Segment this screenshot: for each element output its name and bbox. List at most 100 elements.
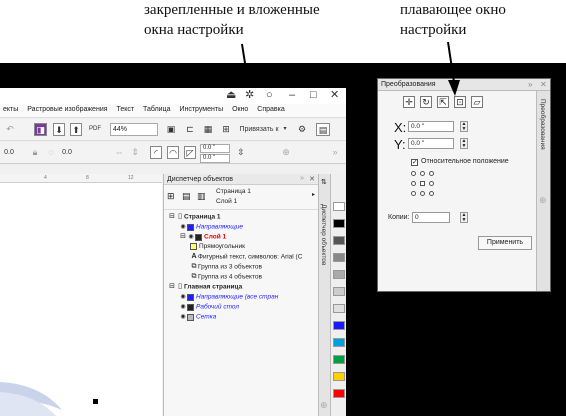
copies-field[interactable]: 0 [412,212,450,223]
float-close-icon[interactable]: ✕ [540,80,547,89]
corner-chamfer-icon[interactable]: ◸ [184,146,196,159]
expand-toggle-icon[interactable]: ⊟ [168,282,176,292]
layer-manager-icon[interactable]: ▤ [182,191,191,202]
snap-dropdown-icon[interactable]: ▾ [281,123,289,136]
y-spinner[interactable]: ▲ ▼ [460,138,468,149]
palette-swatch[interactable] [333,389,345,398]
float-side-tab-add-icon[interactable]: ⊕ [539,195,547,206]
palette-swatch[interactable] [333,287,345,296]
transformations-side-tab[interactable]: Преобразования ⊕ [536,91,550,291]
layer-view-icon[interactable]: ▥ [197,191,206,202]
menu-item-window[interactable]: Окно [229,104,252,113]
anchor-tl[interactable] [411,171,416,176]
visibility-eye-icon[interactable]: ◉ [179,222,187,232]
corner-lock-icon[interactable]: ⇳ [236,146,246,159]
anchor-tr[interactable] [429,171,434,176]
palette-swatch[interactable] [333,202,345,211]
visibility-eye-icon[interactable]: ◉ [179,292,187,302]
maximize-icon[interactable]: □ [310,89,317,102]
visibility-eye-icon[interactable]: ◉ [187,232,195,242]
tree-row[interactable]: ◉ Сетка [164,312,318,322]
corner-round-icon[interactable]: ◜ [150,146,162,159]
tree-row[interactable]: ⊟ ▯ Главная страница [164,282,318,292]
menu-item-text[interactable]: Текст [113,104,138,113]
tree-row[interactable]: ⊟ ◉ Слой 1 [164,232,318,242]
expand-toolbar-icon[interactable]: » [330,146,340,159]
import-icon[interactable]: ⬇ [53,123,65,136]
docker-close-icon[interactable]: ✕ [309,175,315,183]
anchor-br[interactable] [429,191,434,196]
tree-row[interactable]: ◉ Рабочий стол [164,302,318,312]
palette-swatch[interactable] [333,219,345,228]
palette-swatch[interactable] [333,236,345,245]
tree-row[interactable]: ⧉ Группа из 4 объектов [164,272,318,282]
export-icon[interactable]: ⬆ [70,123,82,136]
palette-swatch[interactable] [333,270,345,279]
pdf-icon[interactable]: PDF [88,123,102,136]
tree-row[interactable]: AФигурный текст, символов: Arial (C [164,252,318,262]
visibility-eye-icon[interactable]: ◉ [179,312,187,322]
anchor-mc[interactable] [420,181,425,186]
drawing-canvas[interactable]: 4 8 12 [0,174,162,416]
tree-row[interactable]: Прямоугольник [164,242,318,252]
rulers-icon[interactable]: ⊏ [184,123,196,136]
rotation-icon[interactable]: ◌ [46,146,56,159]
tree-row[interactable]: ◉ Направляющие (все стран [164,292,318,302]
visibility-eye-icon[interactable]: ◉ [179,302,187,312]
palette-swatch[interactable] [333,253,345,262]
menu-item-help[interactable]: Справка [254,104,288,113]
x-spinner[interactable]: ▲ ▼ [460,121,468,132]
menu-item-bitmaps[interactable]: Растровые изображения [24,104,111,113]
copies-spinner[interactable]: ▲ ▼ [460,212,468,223]
position-icon[interactable]: ✛ [403,96,415,108]
palette-swatch[interactable] [333,372,345,381]
y-value-field[interactable]: 0.0 " [408,138,454,149]
menu-item-tools[interactable]: Инструменты [176,104,227,113]
corel-connect-icon[interactable]: ◨ [34,123,47,136]
palette-swatch[interactable] [333,355,345,364]
rotate-icon[interactable]: ↻ [420,96,432,108]
side-tab-add-icon[interactable]: ⊕ [320,400,328,411]
menu-item-table[interactable]: Таблица [140,104,174,113]
position-x-value[interactable]: 0.0 [2,146,16,159]
tree-row[interactable]: ⧉ Группа из 3 объектов [164,262,318,272]
anchor-mr[interactable] [429,181,434,186]
minimize-icon[interactable]: – [289,89,295,102]
expand-toggle-icon[interactable]: ⊟ [179,232,187,242]
menu-item-objects[interactable]: екты [0,104,22,113]
x-value-field[interactable]: 0.0 " [408,121,454,132]
palette-swatch[interactable] [333,321,345,330]
float-collapse-icon[interactable]: » [528,80,532,89]
apply-button[interactable]: Применить [478,236,532,250]
transformations-floating-docker[interactable]: Преобразования » ✕ ✛ ↻ ⇱ ⊡ ▱ X: 0.0 " ▲ ▼… [377,78,551,292]
anchor-ml[interactable] [411,181,416,186]
circle-icon[interactable]: ○ [266,89,273,102]
guidelines-icon[interactable]: ⊞ [220,123,232,136]
expand-toggle-icon[interactable]: ⊟ [168,212,176,222]
download-icon[interactable]: ⏏ [226,89,236,102]
anchor-bl[interactable] [411,191,416,196]
corner-radius-a-field[interactable]: 0.0 " [200,144,230,153]
close-icon[interactable]: ✕ [330,89,339,102]
palette-swatch[interactable] [333,304,345,313]
tree-row[interactable]: ◉ Направляющие [164,222,318,232]
object-manager-side-tab[interactable]: ⇅ Диспетчер объектов ⊕ [318,174,330,416]
mirror-h-icon[interactable]: ⇔ [114,146,124,159]
relative-position-checkbox[interactable]: ✓ [411,159,418,166]
corner-scallop-icon[interactable]: ◠ [167,146,179,159]
docker-collapse-icon[interactable]: » [300,175,304,182]
page-menu-arrow-icon[interactable]: ▸ [312,191,315,198]
rotation-value[interactable]: 0.0 [60,146,74,159]
lock-ratio-icon[interactable]: 🔒︎ [30,146,40,159]
undo-icon[interactable]: ↶ [4,123,16,136]
corner-radius-b-field[interactable]: 0.0 " [200,154,230,163]
add-icon[interactable]: ⊕ [280,146,292,159]
zoom-level-combo[interactable]: 44% [110,123,158,136]
snap-to-button[interactable]: Привязать к [237,123,281,136]
grid-icon[interactable]: ▦ [202,123,214,136]
options-icon[interactable]: ⚙ [296,123,308,136]
docker-title-bar[interactable]: Преобразования » ✕ [378,79,550,91]
show-properties-icon[interactable]: ⊞ [167,191,175,202]
anchor-bc[interactable] [420,191,425,196]
settings-icon[interactable]: ✲ [245,89,254,102]
